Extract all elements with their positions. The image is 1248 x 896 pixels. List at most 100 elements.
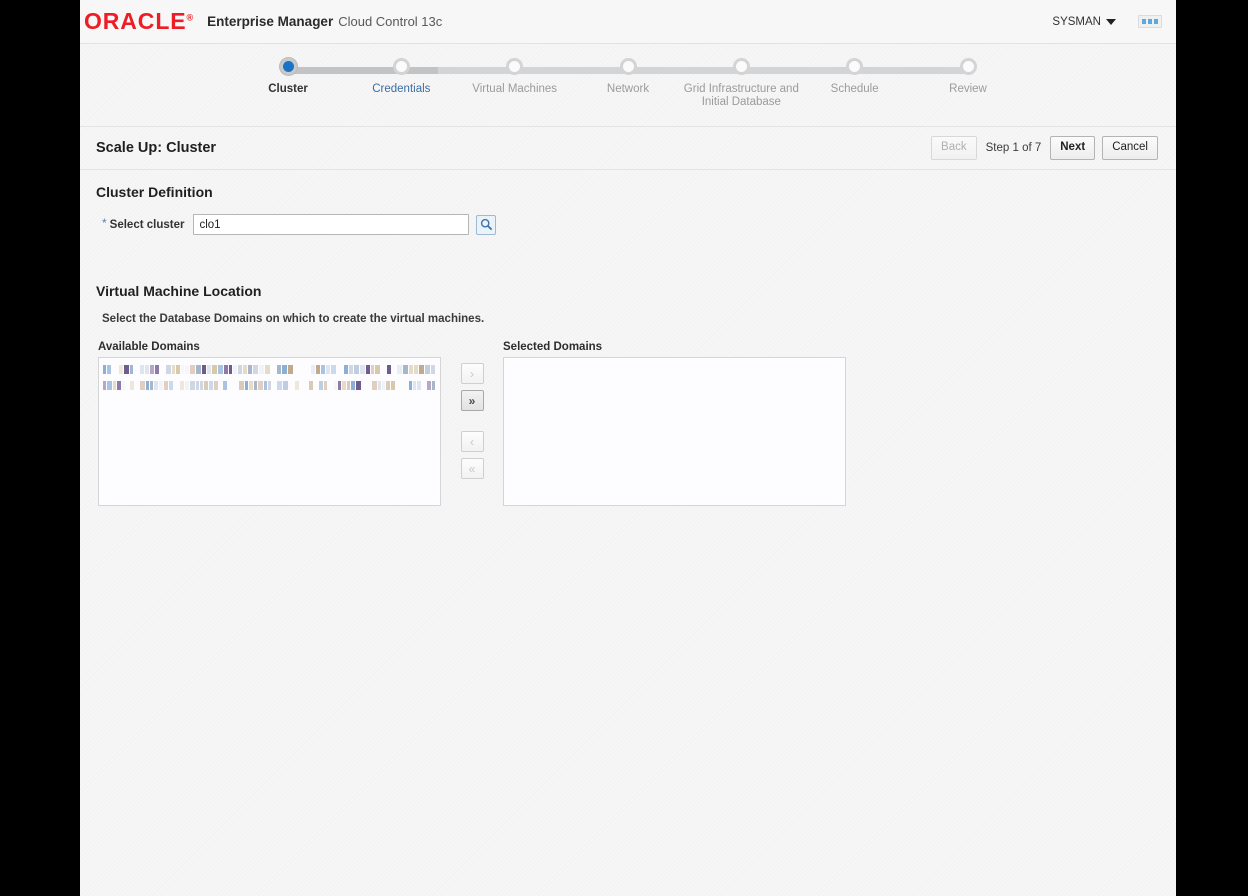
redacted-block	[180, 365, 185, 374]
select-cluster-field-row: * Select cluster	[96, 214, 1160, 235]
redacted-block	[150, 381, 154, 390]
redacted-block	[397, 365, 403, 374]
cluster-definition-heading: Cluster Definition	[96, 184, 213, 200]
select-cluster-input[interactable]	[193, 214, 470, 235]
page-header: Scale Up: Cluster Back Step 1 of 7 Next …	[80, 127, 1176, 170]
redacted-block	[217, 365, 223, 374]
redacted-block	[158, 381, 164, 390]
move-all-right-button[interactable]: »	[460, 390, 484, 411]
redacted-block	[168, 381, 173, 390]
train-step-label: Virtual Machines	[472, 83, 558, 95]
selected-domains-label: Selected Domains	[503, 341, 603, 353]
redacted-block	[390, 381, 396, 390]
grid-icon-cell	[1148, 19, 1152, 24]
redacted-block	[300, 381, 305, 390]
redacted-block	[232, 381, 238, 390]
redacted-block	[277, 365, 281, 374]
redacted-block	[112, 381, 117, 390]
redacted-block	[146, 381, 150, 390]
next-button[interactable]: Next	[1050, 136, 1096, 160]
redacted-block	[190, 381, 195, 390]
redacted-block	[185, 365, 190, 374]
redacted-block	[244, 381, 248, 390]
available-domain-item[interactable]	[103, 363, 436, 376]
redacted-block	[166, 365, 172, 374]
vm-location-heading: Virtual Machine Location	[96, 283, 262, 299]
redacted-block	[295, 381, 300, 390]
selected-domains-list[interactable]	[503, 357, 846, 506]
train-step-network: Network	[563, 58, 693, 96]
search-icon[interactable]	[476, 214, 497, 235]
app-grid-icon[interactable]	[1138, 15, 1162, 28]
oracle-logo: ORACLE®	[84, 10, 199, 33]
redacted-block	[140, 381, 146, 390]
train-step-label: Credentials	[372, 83, 431, 95]
redacted-block	[209, 381, 214, 390]
redacted-block	[204, 381, 209, 390]
grid-icon-cell	[1142, 19, 1146, 24]
application-name: Enterprise Manager	[207, 14, 334, 29]
redacted-block	[396, 381, 402, 390]
redacted-block	[324, 381, 328, 390]
redacted-block	[392, 365, 397, 374]
redacted-block	[211, 365, 217, 374]
move-all-left-button: «	[460, 458, 484, 479]
redacted-block	[173, 381, 180, 390]
train-step-credentials[interactable]: Credentials	[336, 58, 466, 96]
select-cluster-label: Select cluster	[109, 218, 185, 231]
available-domain-item[interactable]	[103, 379, 436, 392]
back-button[interactable]: Back	[931, 136, 977, 160]
redacted-block	[242, 365, 248, 374]
redacted-block	[233, 365, 237, 374]
redacted-block	[299, 365, 306, 374]
redacted-block	[370, 365, 374, 374]
redacted-block	[267, 381, 272, 390]
redacted-block	[117, 381, 122, 390]
redacted-block	[154, 381, 158, 390]
selected-domains-column: Selected Domains	[503, 341, 846, 506]
train-step-cluster[interactable]: Cluster	[223, 58, 353, 96]
user-menu-button[interactable]: SYSMAN	[1052, 16, 1116, 28]
train-step-schedule: Schedule	[790, 58, 920, 96]
redacted-block	[386, 365, 392, 374]
train-step-label: Network	[606, 83, 650, 95]
redacted-block	[431, 381, 436, 390]
redacted-block	[367, 381, 372, 390]
cancel-button[interactable]: Cancel	[1102, 136, 1158, 160]
available-domains-list[interactable]	[98, 357, 441, 506]
available-domains-column: Available Domains	[98, 341, 441, 506]
redacted-block	[338, 381, 342, 390]
redacted-block	[253, 365, 259, 374]
train-step-virtual: Virtual Machines	[450, 58, 580, 96]
redacted-block	[416, 381, 421, 390]
redacted-block	[309, 381, 314, 390]
redacted-block	[354, 365, 360, 374]
required-indicator: *	[102, 216, 107, 230]
chevron-down-icon	[1106, 18, 1116, 25]
redacted-block	[126, 381, 130, 390]
train-step-grid: Grid Infrastructure and Initial Database	[676, 58, 806, 109]
redacted-block	[374, 365, 380, 374]
redacted-block	[253, 381, 257, 390]
redacted-block	[122, 381, 126, 390]
redacted-block	[336, 365, 343, 374]
chevron-double-left-icon: «	[468, 461, 476, 476]
redacted-block	[140, 365, 145, 374]
redacted-block	[277, 381, 282, 390]
train-step-label: Cluster	[268, 83, 308, 95]
train-step-dot	[732, 58, 750, 75]
train-step-review: Review	[903, 58, 1033, 96]
redacted-block	[214, 381, 219, 390]
redacted-block	[185, 381, 190, 390]
redacted-block	[206, 365, 211, 374]
redacted-block	[320, 365, 325, 374]
redacted-block	[196, 365, 202, 374]
redacted-block	[306, 365, 310, 374]
redacted-block	[414, 365, 418, 374]
redacted-block	[164, 381, 168, 390]
shuttle-transfer-buttons: › » ‹ «	[441, 341, 503, 479]
train-step-label: Grid Infrastructure and Initial Database	[683, 83, 799, 108]
redacted-block	[219, 381, 223, 390]
redacted-block	[248, 381, 253, 390]
application-subtitle: Cloud Control 13c	[338, 14, 443, 29]
